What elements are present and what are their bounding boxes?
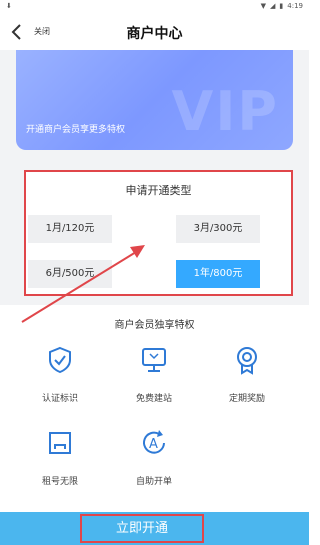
perk-label: 自助开单 [135, 477, 172, 487]
perk-certification: 认证标识 [20, 345, 100, 404]
page-title: 商户中心 [126, 26, 183, 42]
perk-label: 租号无限 [41, 477, 78, 487]
activate-now-button[interactable]: 立即开通 [80, 514, 204, 543]
banner-tagline: 开通商户会员享更多特权 [26, 125, 126, 135]
download-icon: ⬇ [6, 2, 12, 10]
perk-free-site: 免费建站 [114, 345, 194, 404]
award-icon [237, 347, 257, 375]
perk-label: 免费建站 [135, 394, 172, 404]
perk-label: 认证标识 [41, 394, 78, 404]
battery-icon: ▮ [279, 2, 284, 10]
status-bar: ⬇ ▼ ◢ ▮ 4:19 [0, 0, 309, 14]
refresh-a-icon: A [143, 430, 165, 454]
plan-option-1-year[interactable]: 1年/800元 [176, 260, 260, 288]
svg-text:A: A [149, 437, 158, 452]
perk-rewards: 定期奖励 [207, 345, 287, 404]
frame-icon [49, 432, 71, 454]
perk-label: 定期奖励 [228, 394, 265, 404]
shield-check-icon [49, 346, 71, 374]
plan-option-6-month[interactable]: 6月/500元 [28, 260, 112, 288]
plan-section: 申请开通类型 1月/120元 3月/300元 6月/500元 1年/800元 [24, 170, 293, 296]
signal-icon: ◢ [270, 2, 276, 10]
plan-option-1-month[interactable]: 1月/120元 [28, 215, 112, 243]
clock: 4:19 [287, 2, 303, 10]
plan-section-title: 申请开通类型 [125, 184, 192, 197]
perks-title: 商户会员独享特权 [114, 320, 195, 331]
perk-unlimited: 租号无限 [20, 428, 100, 487]
status-icons: ▼ ◢ ▮ 4:19 [261, 2, 303, 10]
vip-banner: VIP 开通商户会员享更多特权 [16, 50, 293, 150]
perk-self-order: A 自助开单 [114, 428, 194, 487]
plan-option-3-month[interactable]: 3月/300元 [176, 215, 260, 243]
wifi-icon: ▼ [260, 2, 267, 10]
monitor-icon [142, 348, 166, 372]
nav-bar: 关闭 商户中心 [0, 14, 309, 50]
vip-watermark: VIP [171, 80, 279, 143]
banner-area: VIP 开通商户会员享更多特权 [0, 50, 309, 165]
cta-bar: 立即开通 [0, 512, 309, 545]
